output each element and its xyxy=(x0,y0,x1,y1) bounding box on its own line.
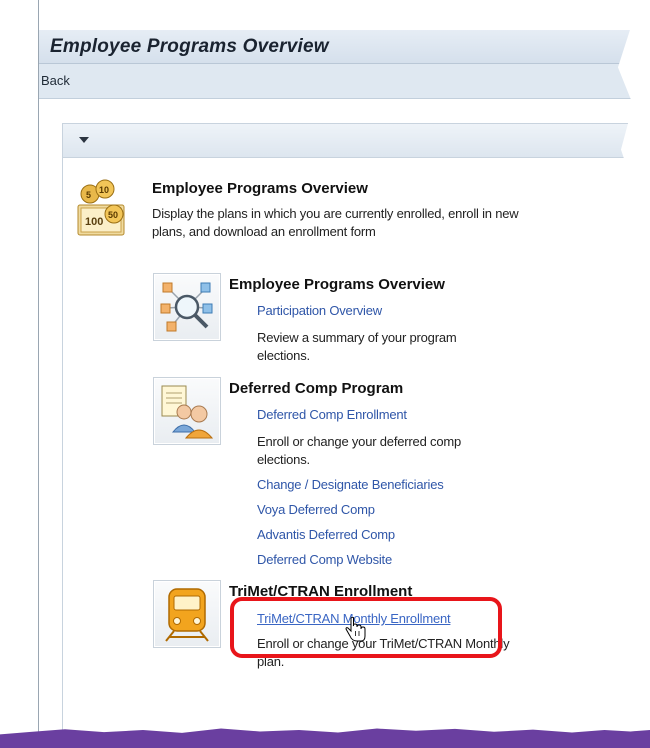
coins-money-icon: 100 5 10 50 xyxy=(76,177,125,239)
page-title: Employee Programs Overview xyxy=(50,36,329,57)
documents-person-icon xyxy=(153,377,221,445)
main-description: Display the plans in which you are curre… xyxy=(152,206,519,239)
voya-deferred-comp-link[interactable]: Voya Deferred Comp xyxy=(257,502,375,517)
back-button[interactable]: Back xyxy=(41,73,70,88)
section-heading: Deferred Comp Program xyxy=(229,380,404,397)
advantis-deferred-comp-link[interactable]: Advantis Deferred Comp xyxy=(257,527,395,542)
main-heading: Employee Programs Overview xyxy=(152,180,368,197)
section-description: Review a summary of your program electio… xyxy=(257,330,457,363)
collapse-caret-icon[interactable] xyxy=(79,137,89,143)
toolbar: Back xyxy=(39,64,636,99)
hand-cursor-icon xyxy=(345,616,367,648)
screenshot-frame: Employee Programs Overview Back 100 5 10 xyxy=(0,0,650,748)
deferred-comp-website-link[interactable]: Deferred Comp Website xyxy=(257,552,392,567)
change-beneficiaries-link[interactable]: Change / Designate Beneficiaries xyxy=(257,477,444,492)
panel-header xyxy=(63,124,636,158)
svg-text:50: 50 xyxy=(108,210,118,220)
section-heading: Employee Programs Overview xyxy=(229,276,445,293)
participation-overview-link[interactable]: Participation Overview xyxy=(257,303,382,318)
train-icon xyxy=(153,580,221,648)
network-magnifier-icon xyxy=(153,273,221,341)
section-description: Enroll or change your deferred comp elec… xyxy=(257,434,462,467)
svg-text:5: 5 xyxy=(86,190,91,200)
svg-text:10: 10 xyxy=(99,185,109,195)
deferred-comp-enrollment-link[interactable]: Deferred Comp Enrollment xyxy=(257,407,407,422)
svg-text:100: 100 xyxy=(85,216,103,228)
title-bar: Employee Programs Overview xyxy=(39,30,636,64)
